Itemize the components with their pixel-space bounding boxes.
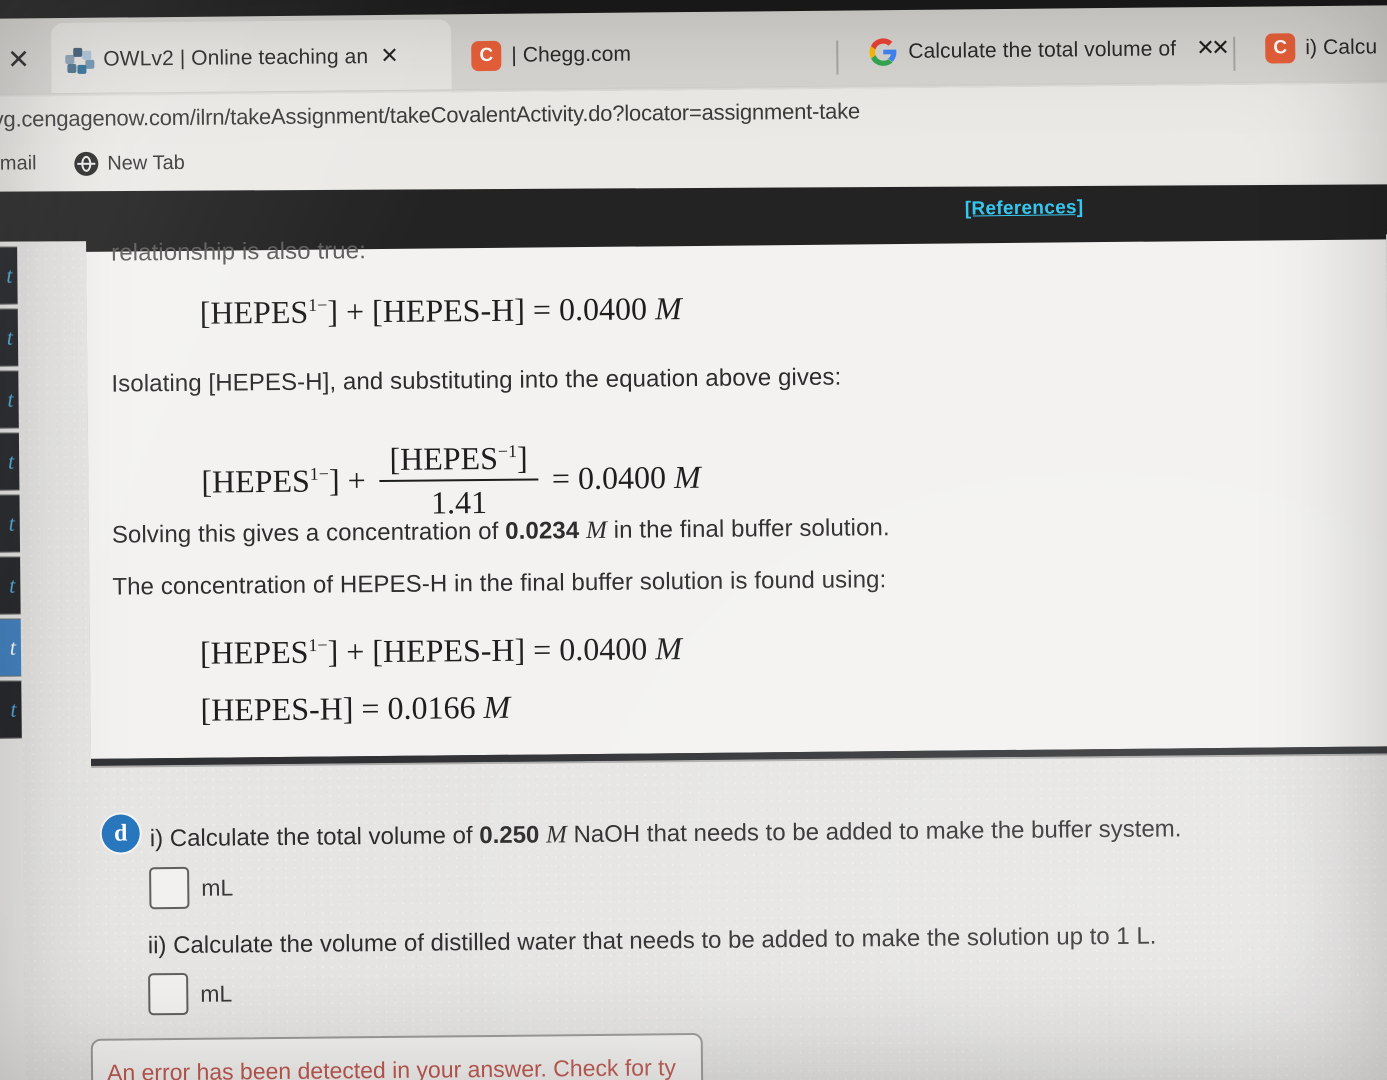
part-i-molarity: 0.250 — [479, 821, 540, 850]
eq4-unit: M — [483, 688, 511, 726]
window-close-icon[interactable]: ✕ — [7, 44, 30, 75]
google-icon — [868, 37, 898, 67]
sidebar-item-5[interactable]: t — [0, 494, 21, 553]
chegg-icon: C — [471, 40, 502, 71]
globe-icon — [74, 151, 99, 176]
eq2-denominator: 1.41 — [379, 478, 539, 523]
solving-value: 0.0234 — [505, 517, 580, 545]
tab-close-icon[interactable]: ✕ — [378, 43, 399, 68]
eq2-numerator-wrap: [HEPES−1] — [379, 440, 538, 481]
eq2-plus: + — [347, 462, 366, 499]
eq2-species-a: [HEPES — [201, 462, 310, 500]
eq2-unit: M — [673, 458, 701, 496]
part-i-middle: NaOH that needs to be added to make the … — [566, 815, 1182, 849]
eq1-value: 0.0400 — [558, 290, 648, 328]
sidebar-item-label: t — [7, 386, 14, 412]
error-message-text: An error has been detected in your answe… — [106, 1054, 677, 1080]
eq2-equals: = — [551, 460, 571, 497]
eq3-plus: + — [346, 633, 365, 670]
eq2-numerator-charge: −1 — [497, 441, 518, 462]
equation-mass-balance-1: [HEPES1−] + [HEPES-H] = 0.0400 M — [200, 290, 682, 332]
tab-separator — [836, 40, 839, 75]
eq3-species-a: [HEPES — [199, 633, 309, 671]
eq3-unit: M — [655, 630, 683, 667]
sidebar-item-2[interactable]: t — [0, 308, 19, 367]
eq2-numerator: [HEPES — [389, 439, 499, 477]
answer-row-part-i: mL — [149, 866, 234, 910]
sidebar-item-1[interactable]: t — [0, 246, 18, 305]
chegg-icon: C — [1265, 32, 1296, 64]
eq4-equals: = — [361, 690, 380, 727]
eq2-numerator-close: ] — [516, 439, 528, 476]
solving-prefix: Solving this gives a concentration of — [111, 517, 506, 549]
tab-chegg-answer[interactable]: C i) Calcu — [1253, 10, 1387, 85]
equation-hepes-h-result-4: [HEPES-H] = 0.0166 M — [200, 689, 510, 729]
eq2-close-a: ] — [328, 462, 340, 499]
sidebar-item-6[interactable]: t — [0, 556, 21, 615]
tab-title: Calculate the total volume of — [908, 36, 1177, 63]
eq1-charge-a: 1− — [308, 294, 328, 316]
sidebar-item-8[interactable]: t — [0, 680, 22, 739]
eq1-species-a: [HEPES — [199, 293, 309, 331]
answer-unit-part-ii: mL — [200, 979, 233, 1007]
eq4-value: 0.0166 — [387, 689, 476, 726]
bookmark-label: New Tab — [107, 151, 185, 175]
eq1-unit: M — [654, 290, 682, 327]
eq3-species-b: [HEPES-H] — [372, 631, 526, 670]
references-link[interactable]: [References] — [965, 197, 1084, 221]
tab-title: i) Calcu — [1305, 34, 1378, 59]
sidebar-item-label: t — [6, 324, 14, 350]
eq1-close-a: ] — [327, 293, 339, 330]
tab-close-icon[interactable]: ✕ — [1194, 35, 1215, 60]
tab-owlv2[interactable]: OWLv2 | Online teaching and ✕ — [50, 19, 452, 97]
sidebar-item-4[interactable]: t — [0, 432, 20, 491]
sidebar-item-label: t — [8, 510, 15, 536]
bookmark-new-tab[interactable]: New Tab — [74, 151, 185, 176]
eq1-species-b: [HEPES-H] — [371, 291, 526, 330]
equation-mass-balance-3: [HEPES1−] + [HEPES-H] = 0.0400 M — [200, 630, 682, 672]
clipped-text-line: relationship is also true: — [111, 237, 367, 267]
screen-photo: ✕ OWLv2 | Online teaching and ✕ C | Cheg… — [0, 0, 1387, 1080]
tab-title: | Chegg.com — [511, 42, 632, 67]
eq3-charge-a: 1− — [308, 634, 328, 656]
answer-unit-part-i: mL — [201, 873, 234, 901]
tab-google-search[interactable]: Calculate the total volume of ✕ — [856, 12, 1232, 89]
eq3-value: 0.0400 — [559, 630, 648, 668]
sidebar-item-3[interactable]: t — [0, 370, 19, 429]
tab-separator — [1233, 36, 1236, 71]
answer-input-part-i[interactable] — [149, 866, 190, 910]
eq1-plus: + — [345, 293, 365, 330]
bookmark-label: Gmail — [0, 152, 37, 175]
address-bar-url[interactable]: cvg.cengagenow.com/ilrn/takeAssignment/t… — [0, 98, 860, 132]
eq2-value: 0.0400 — [577, 459, 667, 496]
part-i-molarity-unit: M — [545, 821, 567, 849]
sidebar-item-7-selected[interactable]: t — [0, 618, 22, 677]
equation-substituted-2: [HEPES1−] + [HEPES−1] 1.41 = 0.0400 M — [201, 440, 701, 526]
owl-icon — [63, 44, 95, 74]
eq3-close-a: ] — [327, 633, 339, 670]
part-i-prefix: i) Calculate the total volume of — [149, 822, 480, 853]
bookmark-gmail[interactable]: Gmail — [0, 152, 37, 176]
sidebar-item-label: t — [10, 696, 17, 722]
sidebar-item-label: t — [9, 634, 17, 660]
sidebar-item-label: t — [7, 448, 15, 474]
tab-chegg[interactable]: C | Chegg.com ✕ — [459, 16, 1230, 93]
answer-input-part-ii[interactable] — [148, 972, 189, 1016]
eq3-equals: = — [533, 631, 552, 668]
solving-unit: M — [585, 516, 608, 545]
eq2-charge-a: 1− — [309, 463, 330, 484]
browser-window: ✕ OWLv2 | Online teaching and ✕ C | Cheg… — [0, 0, 1387, 1080]
sidebar-item-label: t — [6, 262, 13, 288]
tab-title: OWLv2 | Online teaching and — [103, 44, 369, 71]
tab-strip: ✕ OWLv2 | Online teaching and ✕ C | Cheg… — [0, 5, 1387, 97]
answer-row-part-ii: mL — [148, 972, 233, 1016]
solving-suffix: in the final buffer solution. — [606, 514, 890, 544]
sidebar-item-label: t — [9, 572, 16, 598]
eq1-equals: = — [532, 291, 552, 328]
eq4-species: [HEPES-H] — [200, 690, 354, 728]
eq2-fraction: [HEPES−1] 1.41 — [379, 440, 539, 523]
part-letter-badge: d — [101, 814, 140, 853]
